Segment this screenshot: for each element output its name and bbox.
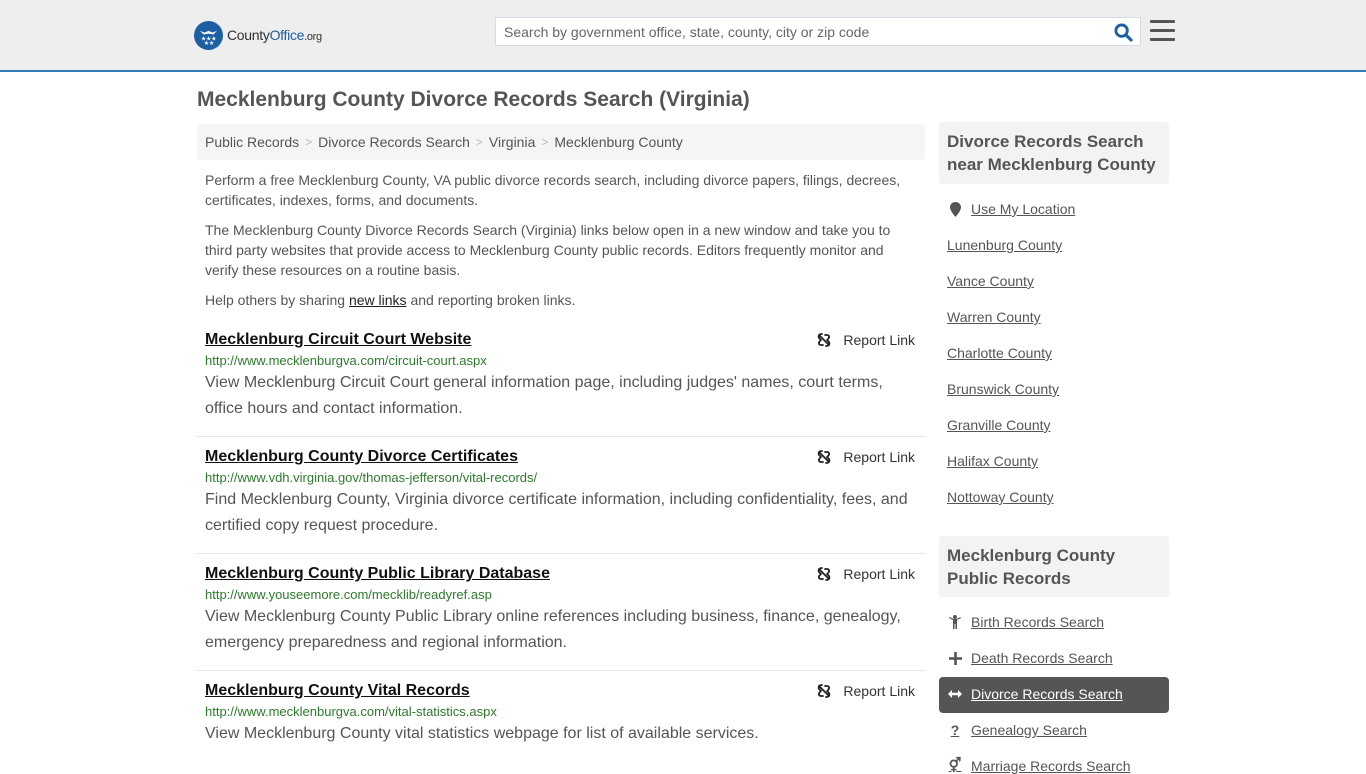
sidebar-item-birth-records[interactable]: Birth Records Search: [947, 614, 1104, 630]
hamburger-menu-icon: [1150, 20, 1175, 23]
map-marker-icon: [947, 201, 963, 217]
listing-item: Mecklenburg County Divorce Certificates …: [197, 442, 925, 554]
listing-title-link[interactable]: Mecklenburg Circuit Court Website: [205, 331, 471, 349]
nearby-heading: Divorce Records Search near Mecklenburg …: [939, 122, 1169, 184]
nearby-county-link[interactable]: Warren County: [947, 309, 1041, 325]
listing-description: Find Mecklenburg County, Virginia divorc…: [205, 491, 908, 534]
listing-item: Mecklenburg County Vital Records Report …: [197, 676, 925, 768]
intro-paragraph-2: The Mecklenburg County Divorce Records S…: [205, 222, 891, 278]
listing-title-link[interactable]: Mecklenburg County Public Library Databa…: [205, 565, 550, 583]
nearby-county-link[interactable]: Lunenburg County: [947, 237, 1062, 253]
listing-title-link[interactable]: Mecklenburg County Divorce Certificates: [205, 448, 518, 466]
broken-link-icon: [818, 567, 831, 581]
report-link-button[interactable]: Report Link: [816, 566, 915, 582]
broken-link-icon: [818, 684, 831, 698]
listing-description: View Mecklenburg Circuit Court general i…: [205, 374, 883, 417]
sidebar-item-genealogy[interactable]: ? Genealogy Search: [947, 722, 1087, 738]
nearby-county-link[interactable]: Charlotte County: [947, 345, 1052, 361]
search-input[interactable]: [496, 18, 1106, 45]
search-box: [495, 17, 1141, 46]
breadcrumb-separator: >: [305, 135, 313, 149]
use-my-location-link[interactable]: Use My Location: [947, 201, 1075, 217]
broken-link-icon: [818, 333, 831, 347]
nearby-county-link[interactable]: Granville County: [947, 417, 1051, 433]
nearby-county-link[interactable]: Halifax County: [947, 453, 1038, 469]
sidebar-item-death-records[interactable]: Death Records Search: [947, 650, 1113, 666]
listing-url[interactable]: http://www.vdh.virginia.gov/thomas-jeffe…: [205, 470, 917, 485]
search-icon: [1113, 22, 1133, 42]
nearby-county-link[interactable]: Vance County: [947, 273, 1034, 289]
site-header: ★★★ ★★ CountyOffice.org: [0, 0, 1366, 72]
report-link-button[interactable]: Report Link: [816, 683, 915, 699]
marriage-icon: ⚥: [948, 757, 962, 773]
nearby-county-link[interactable]: Nottoway County: [947, 489, 1054, 505]
listing-url[interactable]: http://www.mecklenburgva.com/circuit-cou…: [205, 353, 917, 368]
svg-text:★★: ★★: [204, 40, 214, 47]
breadcrumb-public-records[interactable]: Public Records: [205, 134, 299, 150]
listing-url[interactable]: http://www.youseemore.com/mecklib/readyr…: [205, 587, 917, 602]
listing-description: View Mecklenburg County vital statistics…: [205, 725, 759, 742]
listing-title-link[interactable]: Mecklenburg County Vital Records: [205, 682, 470, 700]
hamburger-menu-button[interactable]: [1150, 20, 1175, 42]
arrows-horizontal-icon: [947, 689, 963, 699]
intro-text: Perform a free Mecklenburg County, VA pu…: [205, 170, 920, 320]
intro-paragraph-1: Perform a free Mecklenburg County, VA pu…: [205, 172, 901, 208]
eagle-logo-icon: ★★★ ★★: [194, 20, 223, 50]
sidebar-item-divorce-records[interactable]: Divorce Records Search: [947, 686, 1123, 702]
listing-item: Mecklenburg County Public Library Databa…: [197, 559, 925, 671]
breadcrumb-separator: >: [475, 135, 483, 149]
listing-description: View Mecklenburg County Public Library o…: [205, 608, 901, 651]
breadcrumb-current: Mecklenburg County: [554, 134, 683, 150]
listing-url[interactable]: http://www.mecklenburgva.com/vital-stati…: [205, 704, 917, 719]
breadcrumb-virginia[interactable]: Virginia: [489, 134, 535, 150]
question-icon: ?: [950, 722, 960, 738]
plus-icon: [947, 651, 963, 665]
report-link-button[interactable]: Report Link: [816, 332, 915, 348]
breadcrumb-separator: >: [541, 135, 549, 149]
nearby-county-link[interactable]: Brunswick County: [947, 381, 1059, 397]
logo-text: CountyOffice.org: [227, 27, 322, 43]
public-records-heading: Mecklenburg County Public Records: [939, 536, 1169, 597]
sidebar-item-marriage-records[interactable]: ⚥ Marriage Records Search: [947, 757, 1131, 774]
report-link-button[interactable]: Report Link: [816, 449, 915, 465]
breadcrumb: Public Records > Divorce Records Search …: [197, 124, 925, 160]
new-links-link[interactable]: new links: [349, 292, 407, 308]
site-logo[interactable]: ★★★ ★★ CountyOffice.org: [194, 20, 322, 50]
breadcrumb-divorce-records-search[interactable]: Divorce Records Search: [318, 134, 470, 150]
search-button[interactable]: [1112, 21, 1134, 43]
listing-item: Mecklenburg Circuit Court Website Report…: [197, 325, 925, 437]
broken-link-icon: [818, 450, 831, 464]
child-icon: [947, 615, 963, 629]
page-title: Mecklenburg County Divorce Records Searc…: [197, 88, 750, 111]
intro-paragraph-3: Help others by sharing new links and rep…: [205, 292, 576, 308]
